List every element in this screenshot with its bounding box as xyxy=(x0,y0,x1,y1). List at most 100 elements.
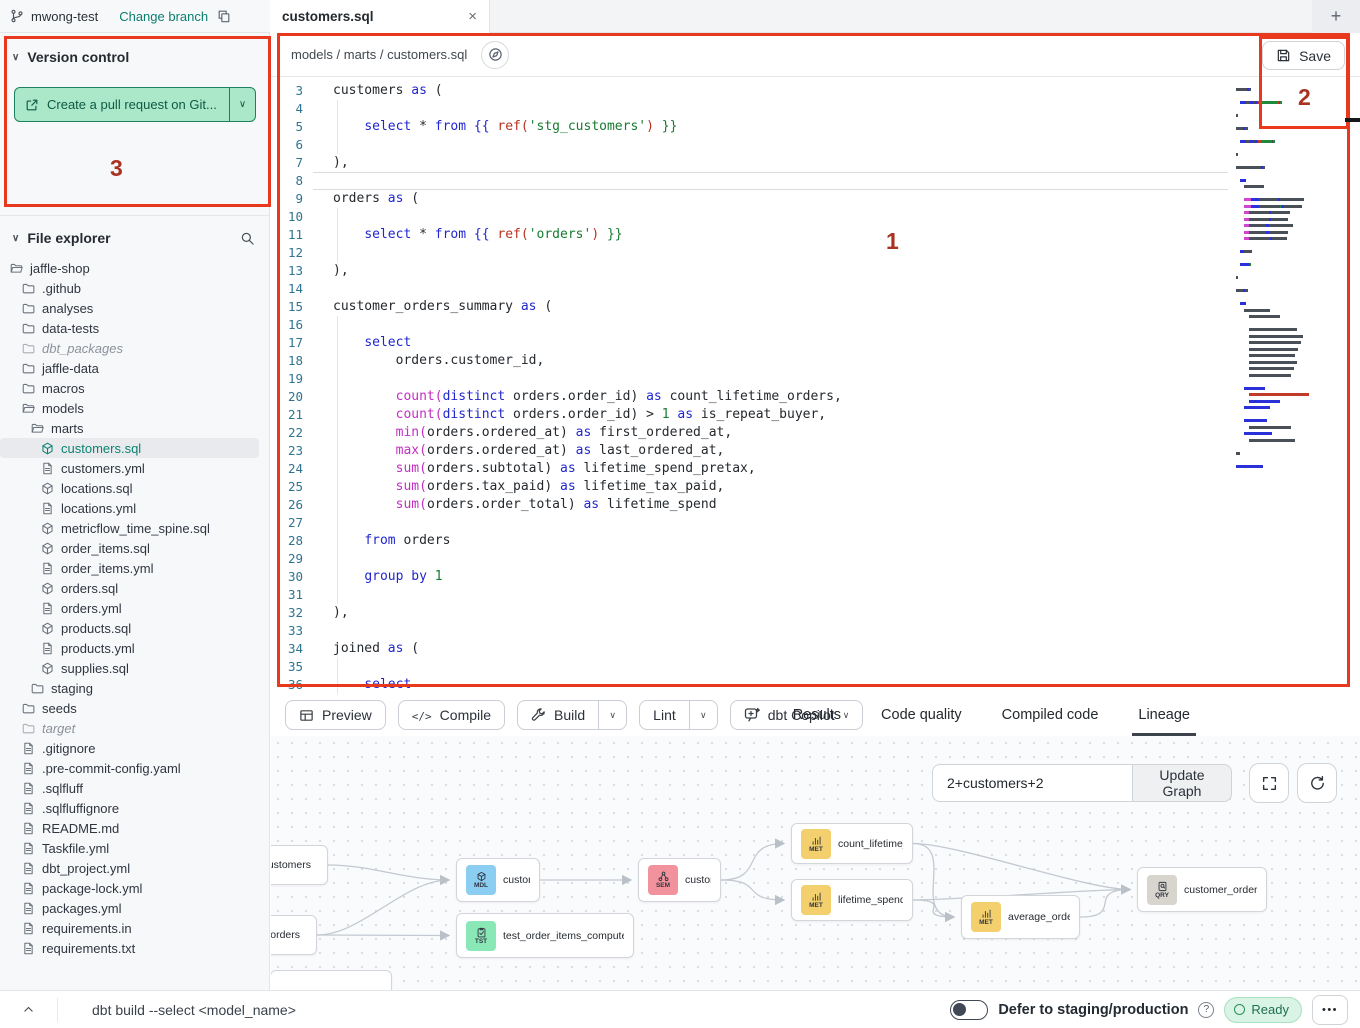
code-line[interactable]: 12 xyxy=(271,244,1360,262)
tree-item-packages-yml[interactable]: packages.yml xyxy=(0,898,269,918)
change-branch-link[interactable]: Change branch xyxy=(119,9,208,24)
tree-item-orders-sql[interactable]: orders.sql xyxy=(0,578,269,598)
lineage-node-partial_bottom[interactable] xyxy=(271,970,392,990)
expand-command-bar-chevron[interactable] xyxy=(0,998,58,1022)
tree-item-jaffle-shop[interactable]: jaffle-shop xyxy=(0,258,269,278)
tab-customers-sql[interactable]: customers.sql × xyxy=(270,0,490,33)
code-editor[interactable]: 23customers as (45 select * from {{ ref(… xyxy=(271,77,1360,694)
code-line[interactable]: 21 count(distinct orders.order_id) > 1 a… xyxy=(271,406,1360,424)
new-tab-button[interactable]: + xyxy=(1325,5,1348,28)
tree-item-target[interactable]: target xyxy=(0,718,269,738)
code-line[interactable]: 9orders as ( xyxy=(271,190,1360,208)
code-line[interactable]: 7), xyxy=(271,154,1360,172)
lint-dropdown-chevron[interactable]: ∨ xyxy=(689,701,717,729)
tree-item-dbt-packages[interactable]: dbt_packages xyxy=(0,338,269,358)
tree-item-order-items-sql[interactable]: order_items.sql xyxy=(0,538,269,558)
lineage-node-customer_order_metrics[interactable]: QRYcustomer_order_metrics xyxy=(1137,867,1267,912)
code-line[interactable]: 32), xyxy=(271,604,1360,622)
help-icon[interactable]: ? xyxy=(1198,1002,1214,1018)
minimap[interactable] xyxy=(1232,79,1312,502)
tree-item-marts[interactable]: marts xyxy=(0,418,269,438)
tree-item-models[interactable]: models xyxy=(0,398,269,418)
save-button[interactable]: Save xyxy=(1262,41,1345,70)
code-line[interactable]: 15customer_orders_summary as ( xyxy=(271,298,1360,316)
code-line[interactable]: 35 xyxy=(271,658,1360,676)
code-line[interactable]: 28 from orders xyxy=(271,532,1360,550)
more-options-button[interactable]: ••• xyxy=(1312,995,1348,1025)
code-line[interactable]: 4 xyxy=(271,100,1360,118)
tree-item-package-lock-yml[interactable]: package-lock.yml xyxy=(0,878,269,898)
code-line[interactable]: 3customers as ( xyxy=(271,82,1360,100)
lineage-node-average_order_value[interactable]: METaverage_order_value xyxy=(961,895,1080,939)
lineage-node-customers_semantic[interactable]: SEMcustomers xyxy=(638,858,721,902)
tree-item-requirements-txt[interactable]: requirements.txt xyxy=(0,938,269,958)
lineage-selector-input[interactable] xyxy=(932,764,1132,802)
tree-item-locations-yml[interactable]: locations.yml xyxy=(0,498,269,518)
code-line[interactable]: 36 select xyxy=(271,676,1360,694)
update-graph-button[interactable]: Update Graph xyxy=(1132,764,1232,802)
lineage-node-lifetime_spend_pretax[interactable]: METlifetime_spend_pretax xyxy=(791,879,913,921)
build-button[interactable]: Build xyxy=(518,701,598,729)
compass-icon-button[interactable] xyxy=(481,41,509,69)
code-line[interactable]: 20 count(distinct orders.order_id) as co… xyxy=(271,388,1360,406)
copy-icon[interactable] xyxy=(217,9,231,23)
code-line[interactable]: 27 xyxy=(271,514,1360,532)
tree-item--pre-commit-config-yaml[interactable]: .pre-commit-config.yaml xyxy=(0,758,269,778)
lint-button[interactable]: Lint xyxy=(640,701,689,729)
tree-item-order-items-yml[interactable]: order_items.yml xyxy=(0,558,269,578)
tree-item-data-tests[interactable]: data-tests xyxy=(0,318,269,338)
code-line[interactable]: 26 sum(orders.order_total) as lifetime_s… xyxy=(271,496,1360,514)
code-line[interactable]: 25 sum(orders.tax_paid) as lifetime_tax_… xyxy=(271,478,1360,496)
tab-code-quality[interactable]: Code quality xyxy=(881,694,962,736)
tree-item--sqlfluffignore[interactable]: .sqlfluffignore xyxy=(0,798,269,818)
tree-item-macros[interactable]: macros xyxy=(0,378,269,398)
code-line[interactable]: 8 xyxy=(271,172,1360,190)
tree-item--gitignore[interactable]: .gitignore xyxy=(0,738,269,758)
tree-item-requirements-in[interactable]: requirements.in xyxy=(0,918,269,938)
version-control-header[interactable]: ∨ Version control xyxy=(0,33,269,65)
lineage-node-stg_customers[interactable]: stg_customers xyxy=(271,845,328,885)
code-line[interactable]: 17 select xyxy=(271,334,1360,352)
refresh-icon-button[interactable] xyxy=(1297,763,1337,803)
tree-item-products-sql[interactable]: products.sql xyxy=(0,618,269,638)
tab-lineage[interactable]: Lineage xyxy=(1138,694,1190,736)
code-line[interactable]: 30 group by 1 xyxy=(271,568,1360,586)
file-explorer-header[interactable]: ∨ File explorer xyxy=(0,216,269,246)
tree-item--github[interactable]: .github xyxy=(0,278,269,298)
code-line[interactable]: 10 xyxy=(271,208,1360,226)
code-line[interactable]: 19 xyxy=(271,370,1360,388)
code-line[interactable]: 33 xyxy=(271,622,1360,640)
tab-compiled-code[interactable]: Compiled code xyxy=(1002,694,1099,736)
tree-item-readme-md[interactable]: README.md xyxy=(0,818,269,838)
code-line[interactable]: 31 xyxy=(271,586,1360,604)
close-tab-icon[interactable]: × xyxy=(468,8,477,25)
tree-item-metricflow-time-spine-sql[interactable]: metricflow_time_spine.sql xyxy=(0,518,269,538)
tree-item--sqlfluff[interactable]: .sqlfluff xyxy=(0,778,269,798)
code-line[interactable]: 13), xyxy=(271,262,1360,280)
lineage-node-orders_src[interactable]: orders xyxy=(271,915,317,955)
search-icon[interactable] xyxy=(240,231,255,246)
tree-item-jaffle-data[interactable]: jaffle-data xyxy=(0,358,269,378)
preview-button[interactable]: Preview xyxy=(285,700,386,730)
lineage-node-customers_model[interactable]: MDLcustomers xyxy=(456,858,540,902)
tree-item-locations-sql[interactable]: locations.sql xyxy=(0,478,269,498)
tree-item-products-yml[interactable]: products.yml xyxy=(0,638,269,658)
tree-item-taskfile-yml[interactable]: Taskfile.yml xyxy=(0,838,269,858)
tree-item-orders-yml[interactable]: orders.yml xyxy=(0,598,269,618)
tab-results[interactable]: Results xyxy=(793,694,841,736)
code-line[interactable]: 23 max(orders.ordered_at) as last_ordere… xyxy=(271,442,1360,460)
code-line[interactable]: 11 select * from {{ ref('orders') }} xyxy=(271,226,1360,244)
compile-button[interactable]: </>Compile xyxy=(398,700,505,730)
lineage-node-count_lifetime_orders[interactable]: METcount_lifetime_orders xyxy=(791,823,913,864)
lineage-panel[interactable]: stg_customersordersMDLcustomersTSTtest_o… xyxy=(271,736,1360,990)
code-line[interactable]: 5 select * from {{ ref('stg_customers') … xyxy=(271,118,1360,136)
tree-item-analyses[interactable]: analyses xyxy=(0,298,269,318)
code-line[interactable]: 6 xyxy=(271,136,1360,154)
code-line[interactable]: 14 xyxy=(271,280,1360,298)
tree-item-staging[interactable]: staging xyxy=(0,678,269,698)
tree-item-customers-sql[interactable]: customers.sql xyxy=(0,438,259,458)
tree-item-customers-yml[interactable]: customers.yml xyxy=(0,458,269,478)
code-line[interactable]: 24 sum(orders.subtotal) as lifetime_spen… xyxy=(271,460,1360,478)
code-line[interactable]: 16 xyxy=(271,316,1360,334)
fullscreen-icon-button[interactable] xyxy=(1249,763,1289,803)
